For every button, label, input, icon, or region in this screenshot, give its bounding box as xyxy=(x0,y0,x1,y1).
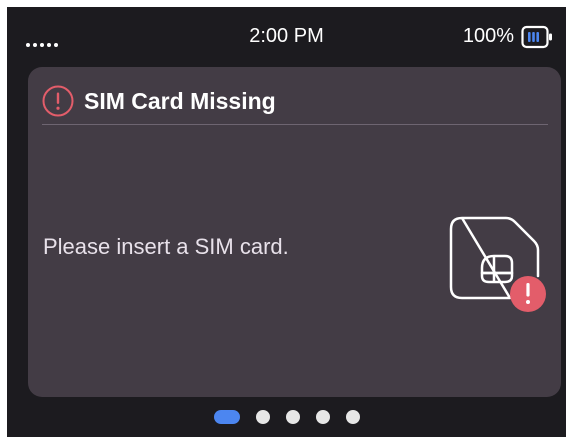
page-dot[interactable] xyxy=(285,410,300,424)
page-dot-active[interactable] xyxy=(213,410,240,424)
status-bar: 2:00 PM 100% xyxy=(7,7,566,65)
page-dot[interactable] xyxy=(345,410,360,424)
battery-icon xyxy=(521,25,552,49)
alert-message: Please insert a SIM card. xyxy=(43,234,289,259)
warning-circle-icon xyxy=(42,85,74,117)
page-indicator xyxy=(7,410,566,424)
device-screen: 2:00 PM 100% SIM Card Missing Please ins… xyxy=(7,7,566,437)
sim-card-error-icon xyxy=(449,216,546,312)
card-title: SIM Card Missing xyxy=(84,87,276,114)
card-header: SIM Card Missing xyxy=(42,81,276,121)
divider xyxy=(42,124,548,125)
battery-percent: 100% xyxy=(462,25,514,47)
page-dot[interactable] xyxy=(315,410,330,424)
page-dot[interactable] xyxy=(255,410,270,424)
sim-missing-card: SIM Card Missing Please insert a SIM car… xyxy=(28,67,561,397)
